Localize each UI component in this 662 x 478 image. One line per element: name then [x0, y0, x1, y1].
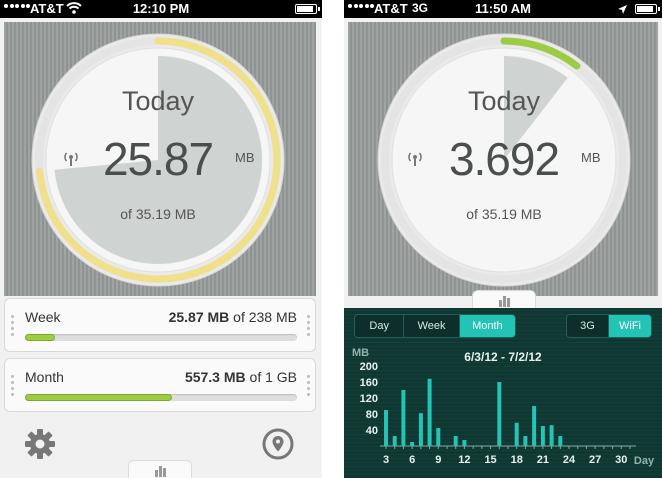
usage-bar	[401, 390, 406, 446]
bar-chart-icon	[499, 296, 510, 307]
week-usage-card[interactable]: Week 25.87 MB of 238 MB	[4, 298, 316, 352]
y-tick-label: 160	[360, 377, 378, 389]
x-tick-label: 24	[563, 454, 576, 466]
usage-bar	[392, 436, 397, 446]
x-tick-label: 18	[511, 454, 523, 466]
x-tick-label: 9	[435, 454, 441, 466]
daily-limit-label: of 35.19 MB	[120, 206, 196, 222]
usage-bar	[497, 382, 502, 446]
usage-bar	[384, 410, 388, 446]
chart-drawer-handle[interactable]	[128, 460, 192, 478]
x-axis-label: Day	[634, 455, 655, 467]
usage-bar	[436, 428, 441, 446]
left-phone-screen: AT&T 12:10 PM Today 25.87 MB of 35.19 MB…	[0, 0, 322, 478]
x-tick-label: 3	[383, 454, 389, 466]
week-amount: 25.87 MB of 238 MB	[168, 309, 297, 325]
y-tick-label: 40	[366, 425, 378, 437]
y-tick-label: 120	[360, 393, 378, 405]
month-usage-card[interactable]: Month 557.3 MB of 1 GB	[4, 358, 316, 412]
x-tick-label: 15	[484, 454, 496, 466]
dial-title: Today	[121, 86, 195, 116]
usage-bar	[532, 406, 537, 446]
chart-drawer-handle[interactable]	[472, 290, 536, 308]
usage-chart-panel: Day Week Month 3G WiFi 6/3/12 - 7/2/12 M…	[344, 308, 662, 478]
daily-limit-label: of 35.19 MB	[466, 206, 542, 222]
x-tick-label: 21	[537, 454, 549, 466]
usage-bar	[453, 436, 458, 446]
y-axis-label: MB	[352, 347, 369, 359]
week-label: Week	[25, 309, 61, 325]
usage-unit: MB	[581, 150, 601, 165]
month-amount: 557.3 MB of 1 GB	[184, 369, 297, 385]
x-tick-label: 6	[409, 454, 415, 466]
y-tick-label: 80	[366, 409, 378, 421]
x-tick-label: 30	[615, 454, 627, 466]
month-label: Month	[25, 369, 64, 385]
usage-unit: MB	[235, 150, 255, 165]
x-tick-label: 27	[589, 454, 601, 466]
usage-bar	[418, 413, 423, 446]
x-tick-label: 12	[458, 454, 470, 466]
daily-usage-bar-chart: MB 40 80 120 160 200 3 6 9 12 15 18 21 24 27 30 Day	[352, 347, 655, 467]
gear-icon[interactable]	[24, 428, 56, 460]
location-pin-icon[interactable]	[262, 428, 294, 460]
usage-bar	[462, 440, 467, 446]
right-phone-screen: AT&T 3G 11:50 AM Today 3.692 MB of 35.19…	[344, 0, 662, 478]
dial-title: Today	[467, 86, 541, 116]
usage-bar	[523, 436, 528, 446]
usage-bar	[540, 426, 545, 446]
week-progress-bar	[25, 334, 297, 341]
usage-bar	[427, 378, 432, 446]
month-progress-bar	[25, 394, 297, 401]
usage-bar	[514, 422, 519, 446]
usage-bar	[410, 442, 415, 446]
usage-bar	[549, 425, 554, 446]
bar-chart-icon	[155, 466, 166, 477]
usage-bar	[558, 436, 563, 446]
y-tick-label: 200	[360, 361, 378, 373]
